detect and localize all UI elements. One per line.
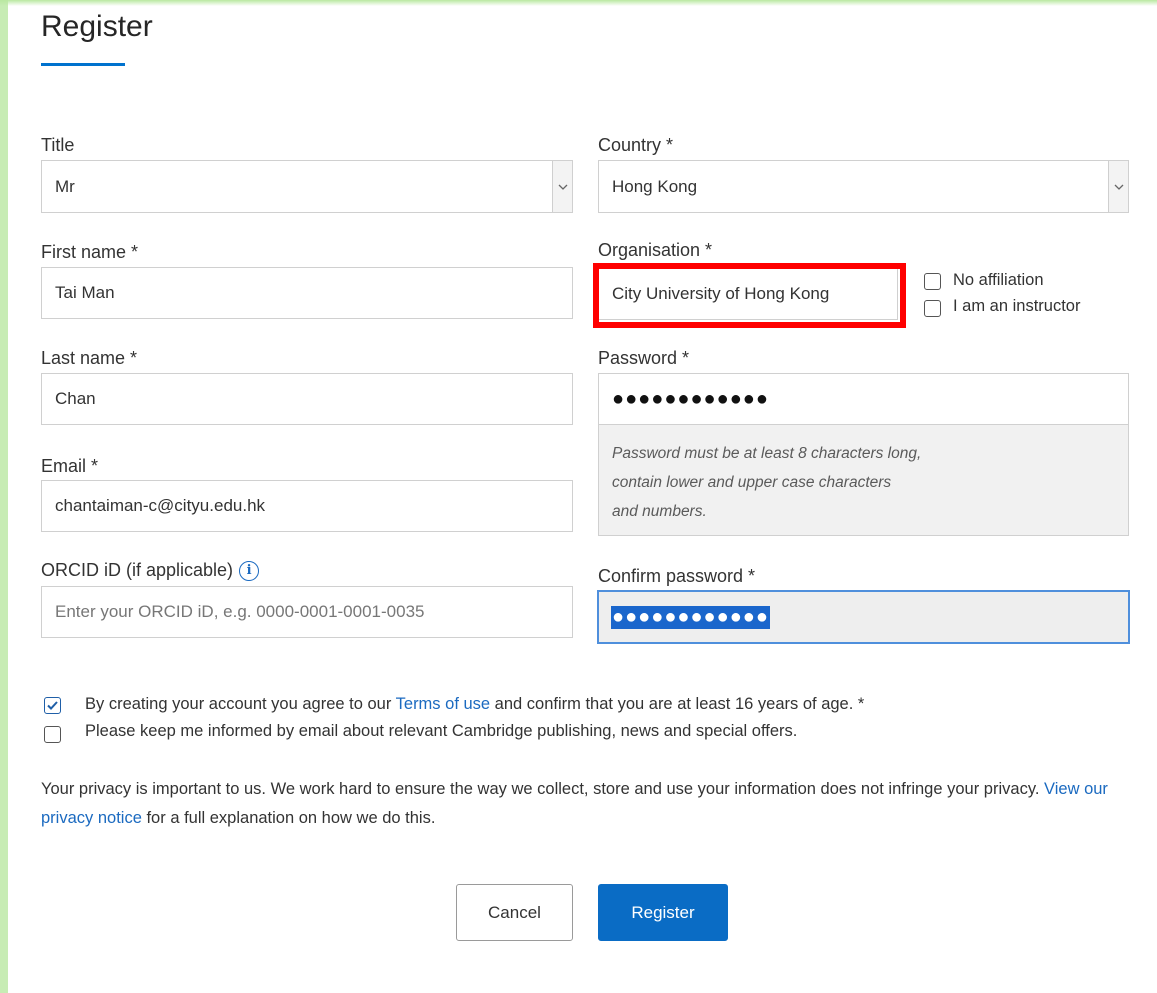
newsletter-checkbox[interactable] [44, 726, 61, 743]
highlight-box [593, 263, 906, 328]
instructor-label: I am an instructor [953, 297, 1081, 315]
no-affiliation-checkbox[interactable] [924, 273, 941, 290]
email-input[interactable]: chantaiman-c@cityu.edu.hk [41, 480, 573, 532]
title-select-value: Mr [55, 176, 75, 196]
confirm-password-masked-value: ●●●●●●●●●●●● [611, 605, 770, 629]
country-label: Country * [598, 135, 674, 155]
password-masked-value: ●●●●●●●●●●●● [612, 387, 769, 410]
terms-text-after: and confirm that you are at least 16 yea… [490, 695, 865, 713]
privacy-text: Your privacy is important to us. We work… [41, 775, 1141, 833]
title-label: Title [41, 135, 75, 155]
orcid-input[interactable]: Enter your ORCID iD, e.g. 0000-0001-0001… [41, 586, 573, 638]
country-select[interactable]: Hong Kong [598, 160, 1129, 213]
checkmark-icon [47, 701, 58, 710]
orcid-placeholder: Enter your ORCID iD, e.g. 0000-0001-0001… [55, 602, 425, 621]
password-label: Password * [598, 348, 690, 368]
orcid-label: ORCID iD (if applicable) i [41, 560, 260, 581]
privacy-text-before: Your privacy is important to us. We work… [41, 780, 1045, 798]
page-title: Register [41, 10, 153, 43]
register-button[interactable]: Register [598, 884, 728, 941]
first-name-input[interactable]: Tai Man [41, 267, 573, 319]
password-hint-line: contain lower and upper case characters [612, 474, 892, 491]
cancel-button[interactable]: Cancel [456, 884, 573, 941]
password-input[interactable]: ●●●●●●●●●●●● [598, 373, 1129, 425]
chevron-down-icon[interactable] [1108, 161, 1128, 212]
chevron-down-icon[interactable] [552, 161, 572, 212]
password-hint-line: and numbers. [612, 503, 707, 520]
email-label: Email * [41, 456, 99, 476]
last-name-label: Last name * [41, 348, 138, 368]
window-frame-left [0, 0, 8, 993]
country-select-value: Hong Kong [612, 176, 698, 196]
password-hint-line: Password must be at least 8 characters l… [612, 445, 922, 462]
title-underline [41, 63, 125, 66]
info-icon[interactable]: i [239, 560, 260, 581]
last-name-input[interactable]: Chan [41, 373, 573, 425]
terms-of-use-link[interactable]: Terms of use [396, 695, 490, 713]
no-affiliation-label: No affiliation [953, 271, 1044, 289]
title-select[interactable]: Mr [41, 160, 573, 213]
terms-text-before: By creating your account you agree to ou… [85, 695, 396, 713]
terms-text: By creating your account you agree to ou… [85, 695, 864, 714]
instructor-checkbox[interactable] [924, 300, 941, 317]
orcid-label-text: ORCID iD (if applicable) [41, 560, 234, 580]
privacy-text-after: for a full explanation on how we do this… [141, 809, 436, 827]
terms-checkbox[interactable] [44, 697, 61, 714]
newsletter-text: Please keep me informed by email about r… [85, 722, 798, 740]
window-frame-top [0, 0, 1157, 6]
organisation-label: Organisation * [598, 240, 713, 260]
confirm-password-input[interactable]: ●●●●●●●●●●●● [597, 590, 1130, 644]
confirm-password-label: Confirm password * [598, 566, 756, 586]
password-hint: Password must be at least 8 characters l… [598, 425, 1129, 536]
first-name-label: First name * [41, 242, 139, 262]
